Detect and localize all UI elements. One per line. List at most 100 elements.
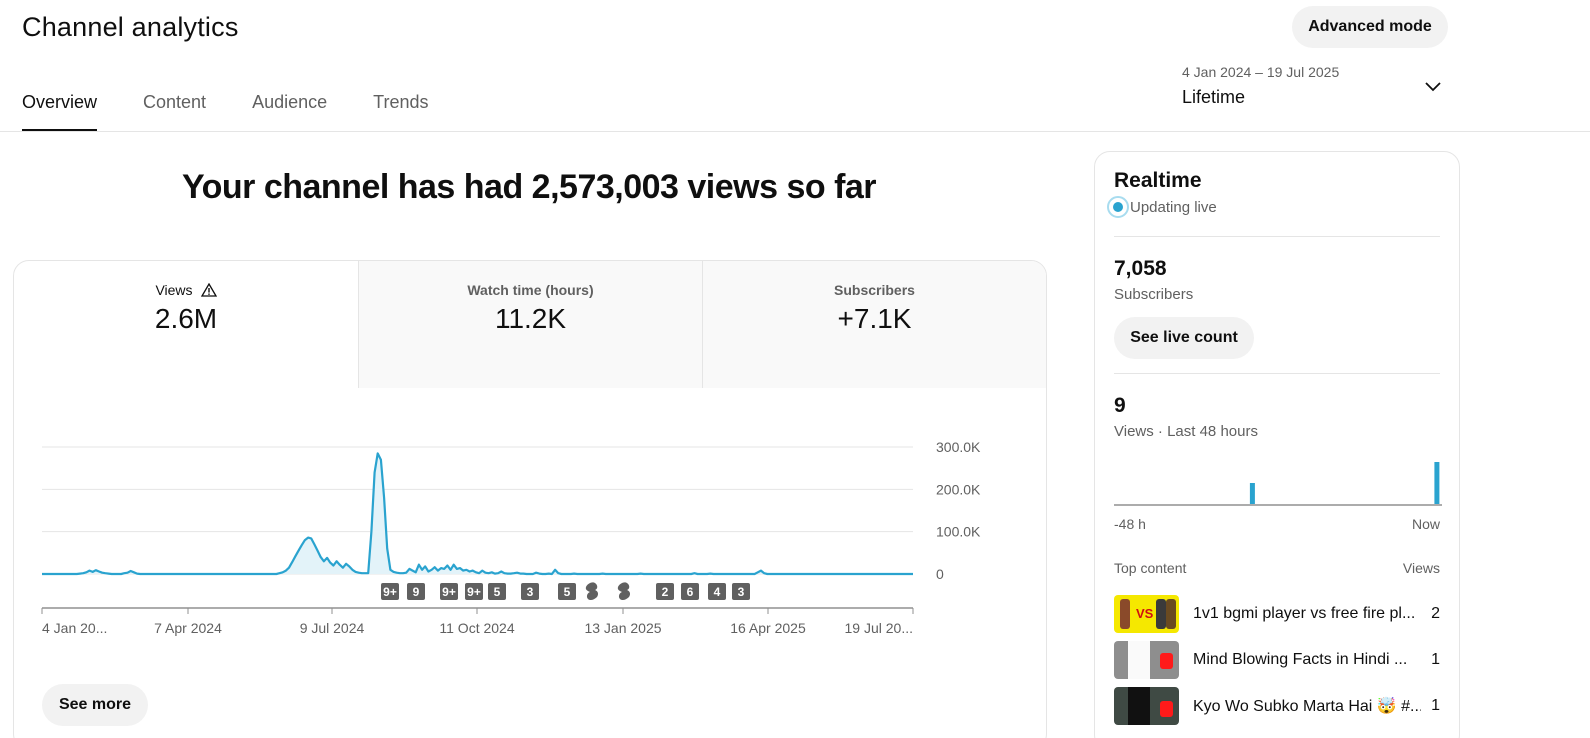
chevron-down-icon: [1425, 82, 1441, 92]
metric-value: 11.2K: [494, 303, 567, 334]
top-content-item[interactable]: Mind Blowing Facts in Hindi ... 1: [1114, 637, 1440, 683]
metric-label: Watch time (hours): [467, 282, 594, 298]
svg-text:5: 5: [494, 585, 501, 599]
svg-text:2: 2: [662, 585, 669, 599]
see-more-button[interactable]: See more: [42, 684, 148, 726]
see-live-count-button[interactable]: See live count: [1114, 317, 1254, 359]
top-content-label: Top content: [1114, 560, 1187, 576]
video-thumbnail: [1114, 687, 1179, 725]
x-tick-label: 16 Apr 2025: [730, 620, 806, 636]
video-title: 1v1 bgmi player vs free fire pl...: [1193, 605, 1416, 622]
date-range-text: 4 Jan 2024 – 19 Jul 2025: [1182, 64, 1340, 80]
date-range-label: Lifetime: [1182, 87, 1246, 107]
views-chart-svg: 0 100.0K 200.0K 300.0K 9+ 9 9+ 9+ 5 3 5 2 6 4 3 4 Jan 2…: [41, 439, 981, 636]
x-tick-label: 7 Apr 2024: [154, 620, 222, 636]
top-content-views-label: Views: [1402, 560, 1440, 576]
analytics-page: Channel analytics Advanced mode Overview…: [0, 0, 1590, 738]
axis-start-label: -48 h: [1114, 516, 1146, 532]
top-content-list: 1v1 bgmi player vs free fire pl... 2 Min…: [1114, 591, 1440, 729]
x-tick-label: 11 Oct 2024: [439, 620, 514, 636]
metric-tabs: Views 2.6M Watch time (hours) 11.2K Subs…: [14, 261, 1046, 388]
realtime-divider: [1114, 373, 1440, 374]
metric-tab-views[interactable]: Views 2.6M: [14, 261, 358, 388]
video-count-badge[interactable]: 5: [558, 583, 576, 600]
video-count-badge[interactable]: 9+: [440, 583, 458, 600]
views-headline: Your channel has had 2,573,003 views so …: [181, 168, 877, 206]
metric-tab-watch-time[interactable]: Watch time (hours) 11.2K: [358, 261, 702, 388]
top-content-header: Top content Views: [1114, 560, 1440, 576]
header-divider: [0, 131, 1590, 132]
video-views: 2: [1431, 605, 1440, 622]
x-tick-label: 4 Jan 20...: [42, 620, 107, 636]
live-dot-icon: [1107, 196, 1129, 218]
realtime-bar: [1249, 483, 1255, 504]
y-tick-label: 0: [936, 566, 944, 582]
page-title: Channel analytics: [22, 12, 239, 42]
svg-text:9+: 9+: [442, 585, 456, 599]
x-tick-label: 9 Jul 2024: [300, 620, 365, 636]
video-count-badge[interactable]: 3: [521, 583, 539, 600]
metric-value: +7.1K: [837, 303, 912, 334]
video-count-badge[interactable]: 9: [407, 583, 425, 600]
warning-icon: [200, 283, 217, 297]
metric-label: Subscribers: [834, 282, 915, 298]
realtime-views-value: 9: [1114, 394, 1126, 417]
video-count-badge[interactable]: 6: [681, 583, 699, 600]
tab-trends[interactable]: Trends: [373, 84, 428, 132]
top-content-item[interactable]: Kyo Wo Subko Marta Hai 🤯 #... 1: [1114, 683, 1440, 729]
metric-value: 2.6M: [154, 303, 218, 334]
top-content-item[interactable]: 1v1 bgmi player vs free fire pl... 2: [1114, 591, 1440, 637]
svg-text:9+: 9+: [383, 585, 397, 599]
video-views: 1: [1431, 697, 1440, 714]
video-title: Mind Blowing Facts in Hindi ...: [1193, 651, 1408, 668]
y-tick-label: 200.0K: [936, 481, 981, 497]
realtime-views-label: Views · Last 48 hours: [1114, 423, 1258, 440]
svg-text:3: 3: [738, 585, 745, 599]
realtime-bar: [1434, 462, 1440, 504]
live-status-text: Updating live: [1130, 198, 1217, 216]
video-thumbnail: [1114, 595, 1179, 633]
analytics-tabs: Overview Content Audience Trends: [22, 84, 474, 132]
tab-audience[interactable]: Audience: [252, 84, 327, 132]
date-range-picker[interactable]: 4 Jan 2024 – 19 Jul 2025 Lifetime: [1182, 64, 1452, 118]
video-count-badge[interactable]: 9+: [381, 583, 399, 600]
realtime-divider: [1114, 236, 1440, 237]
video-count-badge[interactable]: 5: [488, 583, 506, 600]
metric-tab-subscribers[interactable]: Subscribers +7.1K: [702, 261, 1046, 388]
video-count-badge[interactable]: 4: [708, 583, 726, 600]
realtime-chart-axis: -48 h Now: [1114, 516, 1440, 532]
realtime-title: Realtime: [1114, 169, 1202, 192]
realtime-views-chart: [1114, 458, 1442, 506]
video-count-badge[interactable]: 9+: [465, 583, 483, 600]
tab-content[interactable]: Content: [143, 84, 206, 132]
realtime-views-chart-svg: [1114, 462, 1442, 506]
video-title: Kyo Wo Subko Marta Hai 🤯 #...: [1193, 698, 1422, 715]
y-tick-label: 300.0K: [936, 439, 981, 455]
svg-text:9+: 9+: [467, 585, 481, 599]
realtime-subscribers-label: Subscribers: [1114, 286, 1194, 303]
metric-label-text: Views: [155, 282, 193, 298]
x-tick-label: 19 Jul 20...: [845, 620, 914, 636]
video-thumbnail: [1114, 641, 1179, 679]
video-count-badge[interactable]: 2: [656, 583, 674, 600]
realtime-card: Realtime Updating live 7,058 Subscribers…: [1094, 151, 1460, 738]
y-tick-label: 100.0K: [936, 524, 981, 540]
advanced-mode-button[interactable]: Advanced mode: [1292, 6, 1448, 48]
video-count-badge[interactable]: 3: [732, 583, 750, 600]
axis-end-label: Now: [1411, 516, 1440, 532]
svg-text:6: 6: [687, 585, 694, 599]
shorts-icon[interactable]: [585, 582, 599, 601]
svg-text:4: 4: [714, 585, 721, 599]
video-views: 1: [1431, 651, 1440, 668]
tab-overview[interactable]: Overview: [22, 84, 98, 132]
views-chart: 0 100.0K 200.0K 300.0K 9+ 9 9+ 9+ 5 3 5 2 6 4 3 4 Jan 2…: [14, 388, 1046, 678]
realtime-live-status: Updating live: [1107, 196, 1440, 218]
views-series-line: [42, 452, 913, 576]
metrics-card: Views 2.6M Watch time (hours) 11.2K Subs…: [13, 260, 1047, 738]
views-series-area: [42, 453, 913, 574]
realtime-subscribers-value: 7,058: [1114, 257, 1167, 280]
svg-text:5: 5: [564, 585, 571, 599]
shorts-icon[interactable]: [617, 582, 631, 601]
svg-text:3: 3: [527, 585, 534, 599]
x-tick-label: 13 Jan 2025: [584, 620, 661, 636]
